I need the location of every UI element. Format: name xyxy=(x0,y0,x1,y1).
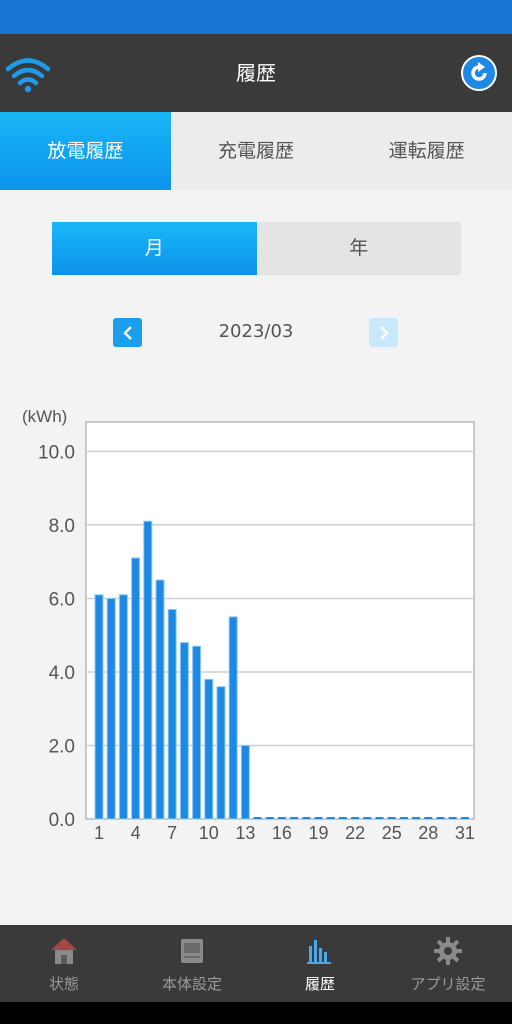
bar xyxy=(351,817,360,819)
x-tick-label: 19 xyxy=(309,823,329,843)
refresh-button[interactable] xyxy=(461,55,497,91)
bar xyxy=(167,608,177,820)
chevron-left-icon xyxy=(122,325,132,340)
history-tabs: 放電履歴 充電履歴 運転履歴 xyxy=(0,112,512,190)
bar xyxy=(216,686,226,820)
bar-chart: (kWh) 0.0 2.0 4.0 6.0 8.0 10.0 1 4 7 10 13 16 19 22 2… xyxy=(22,407,475,843)
bottom-navigation: 状態 本体設定 履歴 アプリ設定 xyxy=(0,925,512,1002)
page-title: 履歴 xyxy=(236,61,276,85)
gear-icon xyxy=(434,937,462,965)
discharge-chart: (kWh) 0.0 2.0 4.0 6.0 8.0 10.0 1 4 7 10 13 16 19 22 2… xyxy=(0,390,512,850)
bar xyxy=(118,594,128,820)
bar xyxy=(436,817,445,819)
year-button[interactable]: 年 xyxy=(257,222,462,275)
nav-status-label: 状態 xyxy=(48,975,79,993)
x-tick-label: 31 xyxy=(455,823,475,843)
chevron-right-icon xyxy=(379,325,389,340)
y-tick-label: 10.0 xyxy=(38,442,75,463)
y-tick-label: 4.0 xyxy=(49,663,75,684)
prev-month-button[interactable] xyxy=(113,318,142,347)
y-tick-label: 2.0 xyxy=(49,736,75,757)
month-button[interactable]: 月 xyxy=(52,222,257,275)
nav-device-settings[interactable]: 本体設定 xyxy=(128,925,256,1002)
bar xyxy=(363,817,372,819)
bar xyxy=(314,817,323,819)
bar xyxy=(240,744,250,820)
app-header: 履歴 xyxy=(0,34,512,112)
bar-chart-icon xyxy=(307,940,331,964)
nav-app-settings[interactable]: アプリ設定 xyxy=(384,925,512,1002)
status-bar xyxy=(0,0,512,34)
x-tick-label: 1 xyxy=(94,823,104,843)
current-month: 2023/03 xyxy=(218,321,294,342)
tab-operation-history[interactable]: 運転履歴 xyxy=(341,112,512,190)
bar xyxy=(290,817,299,819)
x-tick-label: 13 xyxy=(235,823,255,843)
system-nav-bar xyxy=(0,1002,512,1024)
bar xyxy=(94,594,104,820)
nav-status[interactable]: 状態 xyxy=(0,925,128,1002)
tab-charge-history[interactable]: 充電履歴 xyxy=(171,112,342,190)
x-tick-label: 28 xyxy=(418,823,438,843)
bar xyxy=(448,817,457,819)
bar xyxy=(228,616,238,820)
tab-discharge-history[interactable]: 放電履歴 xyxy=(0,112,171,190)
y-tick-label: 8.0 xyxy=(49,516,75,537)
bar xyxy=(424,817,433,819)
y-axis-label: (kWh) xyxy=(22,407,67,426)
house-icon xyxy=(51,938,77,964)
bar xyxy=(265,817,274,819)
nav-history[interactable]: 履歴 xyxy=(256,925,384,1002)
y-tick-label: 6.0 xyxy=(49,589,75,610)
x-tick-label: 16 xyxy=(272,823,292,843)
bar xyxy=(399,817,408,819)
nav-history-label: 履歴 xyxy=(304,975,335,993)
x-tick-label: 10 xyxy=(199,823,219,843)
device-icon xyxy=(181,939,203,963)
refresh-icon xyxy=(471,62,487,81)
x-tick-label: 22 xyxy=(345,823,365,843)
bar xyxy=(204,678,214,820)
bar xyxy=(387,817,396,819)
bar xyxy=(375,817,384,819)
bar xyxy=(326,817,335,819)
bar xyxy=(277,817,286,819)
y-tick-label: 0.0 xyxy=(49,810,75,831)
x-tick-label: 25 xyxy=(382,823,402,843)
x-tick-label: 4 xyxy=(131,823,141,843)
nav-device-settings-label: 本体設定 xyxy=(161,975,222,993)
bar xyxy=(179,642,189,820)
bar xyxy=(253,817,262,819)
bar xyxy=(155,579,165,820)
period-toggle: 月 年 xyxy=(52,222,461,275)
bar xyxy=(460,817,469,819)
nav-app-settings-label: アプリ設定 xyxy=(410,975,486,993)
bar xyxy=(131,557,141,820)
x-tick-label: 7 xyxy=(167,823,177,843)
bar xyxy=(302,817,311,819)
bar xyxy=(338,817,347,819)
bar xyxy=(412,817,421,819)
bar xyxy=(143,520,153,820)
bar xyxy=(106,597,116,820)
bar xyxy=(192,645,202,820)
month-navigator: 2023/03 xyxy=(0,316,512,348)
next-month-button[interactable] xyxy=(369,318,398,347)
